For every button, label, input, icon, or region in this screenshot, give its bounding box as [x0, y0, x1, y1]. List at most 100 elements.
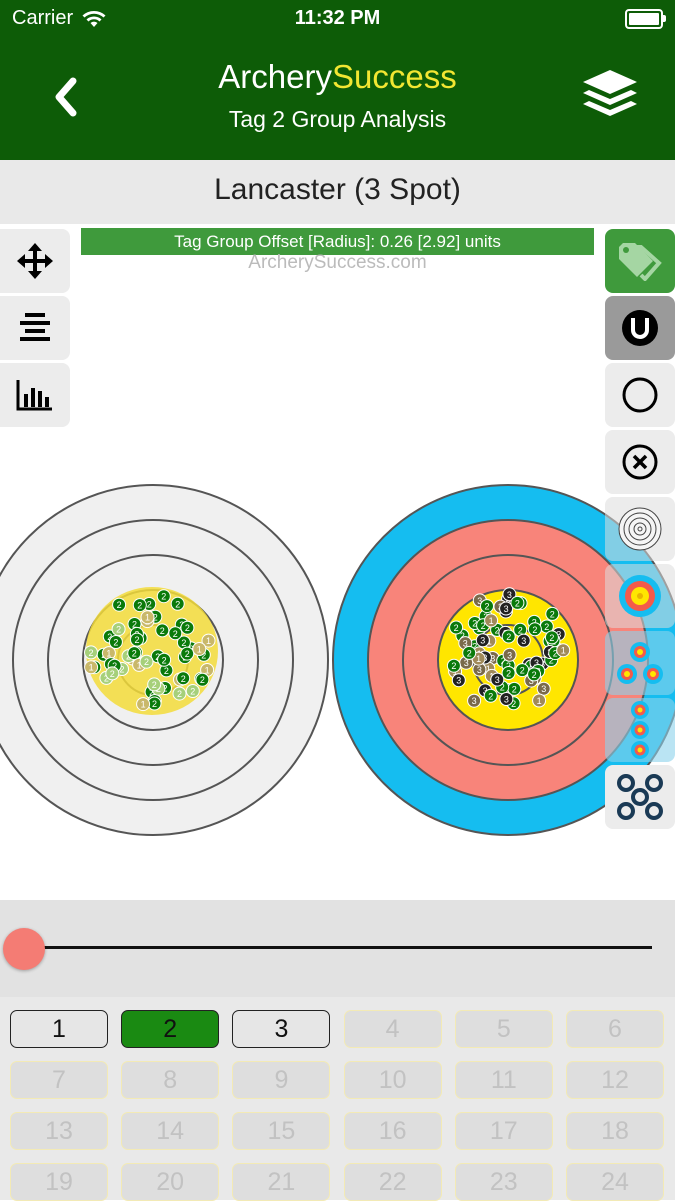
arrow-marker-label: 1 — [197, 645, 202, 655]
end-button-16: 16 — [343, 1112, 442, 1150]
arrow-marker-label: 3 — [504, 604, 509, 614]
target-canvas[interactable]: 2222222112222222222221221122212122222222… — [0, 224, 675, 900]
end-button-17: 17 — [454, 1112, 553, 1150]
end-button-13: 13 — [10, 1112, 108, 1150]
multi-rings-icon — [617, 774, 663, 820]
arrow-marker-label: 2 — [544, 622, 549, 632]
slider-knob[interactable] — [3, 928, 45, 970]
arrow-marker-label: 2 — [152, 699, 157, 709]
arrow-marker-label: 3 — [504, 695, 509, 705]
vertical-3-spot-button[interactable] — [605, 698, 675, 762]
arrow-marker-label: 3 — [507, 590, 512, 600]
align-button[interactable] — [0, 296, 70, 360]
arrow-marker-label: 2 — [181, 638, 186, 648]
end-button-22: 22 — [343, 1163, 442, 1201]
arrow-marker-label: 1 — [89, 663, 94, 673]
arrow-marker-label: 2 — [518, 625, 523, 635]
watermark: ArcherySuccess.com — [248, 252, 427, 273]
app-title-part2: Success — [331, 58, 457, 95]
move-button[interactable] — [0, 229, 70, 293]
arrow-marker-label: 2 — [467, 648, 472, 658]
arrow-marker-label: 2 — [520, 666, 525, 676]
end-button-18: 18 — [566, 1112, 664, 1150]
arrow-marker-label: 2 — [137, 601, 142, 611]
arrow-marker-label: 1 — [141, 700, 146, 710]
arrow-marker-label: 2 — [200, 675, 205, 685]
arrow-marker-label: 1 — [537, 696, 542, 706]
arrow-marker-label: 2 — [116, 625, 121, 635]
arrow-marker-label: 2 — [175, 599, 180, 609]
arrow-marker-label: 2 — [454, 623, 459, 633]
end-button-7: 7 — [10, 1061, 108, 1099]
arrow-marker-label: 2 — [134, 635, 139, 645]
end-button-11: 11 — [454, 1061, 553, 1099]
slider-track[interactable] — [22, 946, 652, 949]
arrow-marker-label: 2 — [549, 633, 554, 643]
bar-chart-icon — [16, 380, 52, 411]
arrow-marker-label: 2 — [185, 649, 190, 659]
end-button-3[interactable]: 3 — [232, 1010, 331, 1048]
app-header: Carrier 11:32 PM ArcherySuccess Tag 2 Gr… — [0, 0, 675, 160]
app-title-part1: Archery — [218, 58, 332, 95]
triangle-3-spot-button[interactable] — [605, 631, 675, 695]
arrow-marker-label: 3 — [495, 675, 500, 685]
arrow-marker-label: 3 — [521, 636, 526, 646]
end-button-2[interactable]: 2 — [121, 1010, 220, 1048]
arrow-marker-label: 2 — [117, 600, 122, 610]
end-button-24: 24 — [566, 1163, 664, 1201]
round-name: Lancaster (3 Spot) — [0, 160, 675, 224]
arrow-marker-label: 2 — [160, 626, 165, 636]
tag-icon — [619, 243, 662, 281]
cross-circle-icon — [622, 444, 658, 480]
arrow-marker-label: 3 — [456, 676, 461, 686]
arrow-marker-label: 2 — [185, 623, 190, 633]
arrow-marker-label: 3 — [477, 665, 482, 675]
arrow-marker-label: 1 — [106, 649, 111, 659]
circle-view-button[interactable] — [605, 363, 675, 427]
cross-view-button[interactable] — [605, 430, 675, 494]
tag-filter-button[interactable] — [605, 229, 675, 293]
end-button-5: 5 — [454, 1010, 553, 1048]
arrow-marker-label: 2 — [132, 649, 137, 659]
arrow-marker-label: 3 — [541, 684, 546, 694]
end-selector: 1 2 3 4 5 6 7 8 9 10 11 12 13 14 15 16 17 18 19 20 21 22 23 24 — [0, 997, 675, 1201]
align-center-icon — [20, 313, 50, 341]
rings-icon — [618, 507, 662, 551]
arrow-marker-label: 2 — [190, 687, 195, 697]
end-button-12: 12 — [566, 1061, 664, 1099]
arrow-marker-label: 2 — [177, 689, 182, 699]
end-button-15: 15 — [232, 1112, 331, 1150]
arrow-marker-label: 2 — [488, 691, 493, 701]
arrow-marker-label: 2 — [88, 648, 93, 658]
arrow-marker-label: 2 — [110, 669, 115, 679]
arrow-marker-label: 2 — [161, 592, 166, 602]
end-button-4: 4 — [343, 1010, 442, 1048]
arrow-marker-label: 2 — [512, 684, 517, 694]
arrow-marker-label: 2 — [181, 674, 186, 684]
full-face-target-button[interactable] — [605, 564, 675, 628]
targets-svg[interactable]: 2222222112222222222221221122212122222222… — [0, 224, 675, 900]
histogram-button[interactable] — [0, 363, 70, 427]
rings-view-button[interactable] — [605, 497, 675, 561]
page-subtitle: Tag 2 Group Analysis — [228, 106, 447, 132]
arrow-marker-label: 2 — [532, 670, 537, 680]
triangle-spots-icon — [617, 642, 663, 684]
arrow-marker-label: 2 — [152, 680, 157, 690]
unit-toggle-button[interactable] — [605, 296, 675, 360]
arrow-marker-label: 2 — [532, 625, 537, 635]
layers-button[interactable] — [579, 66, 641, 128]
arrow-marker-label: 2 — [164, 666, 169, 676]
tag-group-offset: Tag Group Offset [Radius]: 0.26 [2.92] u… — [81, 228, 594, 255]
arrow-marker-label: 1 — [145, 613, 150, 623]
multi-spot-button[interactable] — [605, 765, 675, 829]
arrow-marker-label: 2 — [162, 655, 167, 665]
move-icon — [17, 243, 53, 279]
end-slider[interactable] — [0, 900, 675, 997]
circle-icon — [622, 377, 658, 413]
arrow-marker-label: 1 — [476, 654, 481, 664]
end-button-6: 6 — [566, 1010, 664, 1048]
end-button-1[interactable]: 1 — [10, 1010, 108, 1048]
layers-icon — [583, 70, 637, 116]
end-button-8: 8 — [121, 1061, 220, 1099]
end-button-23: 23 — [454, 1163, 553, 1201]
